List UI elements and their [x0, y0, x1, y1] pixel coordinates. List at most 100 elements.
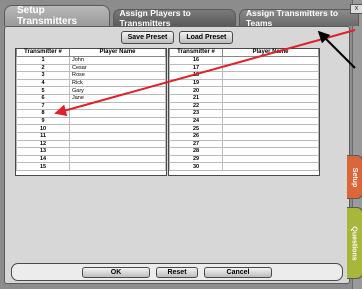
table-row[interactable]: 14	[16, 154, 166, 164]
transmitter-number: 5	[16, 86, 70, 95]
player-name-cell[interactable]: Rose	[69, 71, 166, 80]
table-row[interactable]: 23	[169, 109, 319, 118]
transmitter-number: 24	[169, 116, 223, 126]
table-row[interactable]: 5 Gary	[16, 86, 166, 95]
table-row[interactable]: 19	[169, 78, 319, 88]
transmitter-table-left: Transmitter # Player Name 1 John 2 Cesar 3 Ro…	[15, 48, 167, 176]
table-row[interactable]: 29	[169, 154, 319, 164]
table-row[interactable]: 18	[169, 71, 319, 80]
player-name-cell[interactable]	[222, 93, 319, 103]
table-row[interactable]: 2 Cesar	[16, 63, 166, 73]
transmitter-number: 19	[169, 78, 223, 88]
transmitter-number: 1	[16, 56, 70, 65]
player-name-cell[interactable]	[222, 86, 319, 95]
transmitter-number: 23	[169, 109, 223, 118]
player-name-cell[interactable]	[222, 124, 319, 133]
player-name-cell[interactable]	[222, 139, 319, 149]
table-row[interactable]: 25	[169, 124, 319, 133]
table-row[interactable]: 4 Rick	[16, 78, 166, 88]
transmitter-number: 15	[16, 162, 70, 171]
side-tab-setup[interactable]: Setup	[347, 155, 362, 199]
player-name-cell[interactable]	[69, 124, 166, 133]
table-row[interactable]: 13	[16, 147, 166, 156]
transmitter-number: 17	[169, 63, 223, 73]
player-name-cell[interactable]	[222, 147, 319, 156]
table-row[interactable]: 17	[169, 63, 319, 73]
dialog-button-bar: OK Reset Cancel	[11, 263, 343, 281]
transmitter-number: 12	[16, 139, 70, 149]
table-row[interactable]: 6 Jane	[16, 93, 166, 103]
transmitter-number: 28	[169, 147, 223, 156]
transmitter-number: 20	[169, 86, 223, 95]
side-tab-setup-label: Setup	[351, 167, 359, 187]
player-name-cell[interactable]	[69, 116, 166, 126]
player-name-cell[interactable]	[222, 63, 319, 73]
side-tab-questions[interactable]: Questions	[347, 207, 362, 279]
transmitter-number: 16	[169, 56, 223, 65]
table-row[interactable]: 24	[169, 116, 319, 126]
player-name-cell[interactable]	[222, 154, 319, 164]
save-preset-button[interactable]: Save Preset	[120, 31, 175, 44]
table-row[interactable]: 7	[16, 101, 166, 111]
table-row[interactable]: 22	[169, 101, 319, 111]
transmitter-number: 11	[16, 131, 70, 141]
close-button[interactable]: x	[350, 4, 362, 14]
transmitter-number: 30	[169, 162, 223, 171]
cancel-button[interactable]: Cancel	[204, 266, 272, 278]
player-name-cell[interactable]	[69, 109, 166, 118]
tab-assign-teams[interactable]: Assign Transmitters to Teams	[238, 8, 359, 28]
player-name-cell[interactable]	[222, 162, 319, 171]
player-name-cell[interactable]: Jane	[69, 93, 166, 103]
table-row[interactable]: 28	[169, 147, 319, 156]
table-row[interactable]: 26	[169, 131, 319, 141]
player-name-cell[interactable]	[69, 154, 166, 164]
table-row[interactable]: 12	[16, 139, 166, 149]
player-name-cell[interactable]	[222, 101, 319, 111]
column-header-player: Player Name	[69, 49, 166, 57]
transmitter-number: 22	[169, 101, 223, 111]
table-row[interactable]: 27	[169, 139, 319, 149]
player-name-cell[interactable]	[69, 147, 166, 156]
player-name-cell[interactable]: Gary	[69, 86, 166, 95]
table-row[interactable]: 30	[169, 162, 319, 171]
transmitter-number: 25	[169, 124, 223, 133]
column-header-transmitter: Transmitter #	[16, 49, 70, 57]
player-name-cell[interactable]	[69, 101, 166, 111]
player-name-cell[interactable]	[222, 78, 319, 88]
transmitter-number: 29	[169, 154, 223, 164]
table-row[interactable]: 9	[16, 116, 166, 126]
table-row[interactable]: 11	[16, 131, 166, 141]
player-name-cell[interactable]	[222, 131, 319, 141]
column-header-transmitter: Transmitter #	[169, 49, 223, 57]
transmitter-number: 13	[16, 147, 70, 156]
player-name-cell[interactable]	[222, 56, 319, 65]
transmitter-number: 10	[16, 124, 70, 133]
ok-button[interactable]: OK	[82, 266, 150, 278]
player-name-cell[interactable]	[222, 116, 319, 126]
table-row[interactable]: 1 John	[16, 56, 166, 65]
tab-assign-players[interactable]: Assign Players to Transmitters	[112, 8, 236, 28]
load-preset-button[interactable]: Load Preset	[179, 31, 234, 44]
tab-setup-transmitters[interactable]: Setup Transmitters	[4, 5, 110, 27]
side-tab-questions-label: Questions	[351, 225, 359, 261]
transmitter-number: 6	[16, 93, 70, 103]
table-row[interactable]: 8	[16, 109, 166, 118]
table-row[interactable]: 3 Rose	[16, 71, 166, 80]
player-name-cell[interactable]: Cesar	[69, 63, 166, 73]
table-row[interactable]: 16	[169, 56, 319, 65]
transmitter-number: 7	[16, 101, 70, 111]
table-row[interactable]: 10	[16, 124, 166, 133]
table-row[interactable]: 20	[169, 86, 319, 95]
player-name-cell[interactable]	[222, 109, 319, 118]
transmitter-number: 14	[16, 154, 70, 164]
player-name-cell[interactable]	[69, 162, 166, 171]
table-row[interactable]: 21	[169, 93, 319, 103]
player-name-cell[interactable]	[69, 131, 166, 141]
player-name-cell[interactable]	[69, 139, 166, 149]
player-name-cell[interactable]: John	[69, 56, 166, 65]
table-row[interactable]: 15	[16, 162, 166, 171]
reset-button[interactable]: Reset	[156, 266, 198, 278]
player-name-cell[interactable]: Rick	[69, 78, 166, 88]
player-name-cell[interactable]	[222, 71, 319, 80]
transmitter-number: 4	[16, 78, 70, 88]
